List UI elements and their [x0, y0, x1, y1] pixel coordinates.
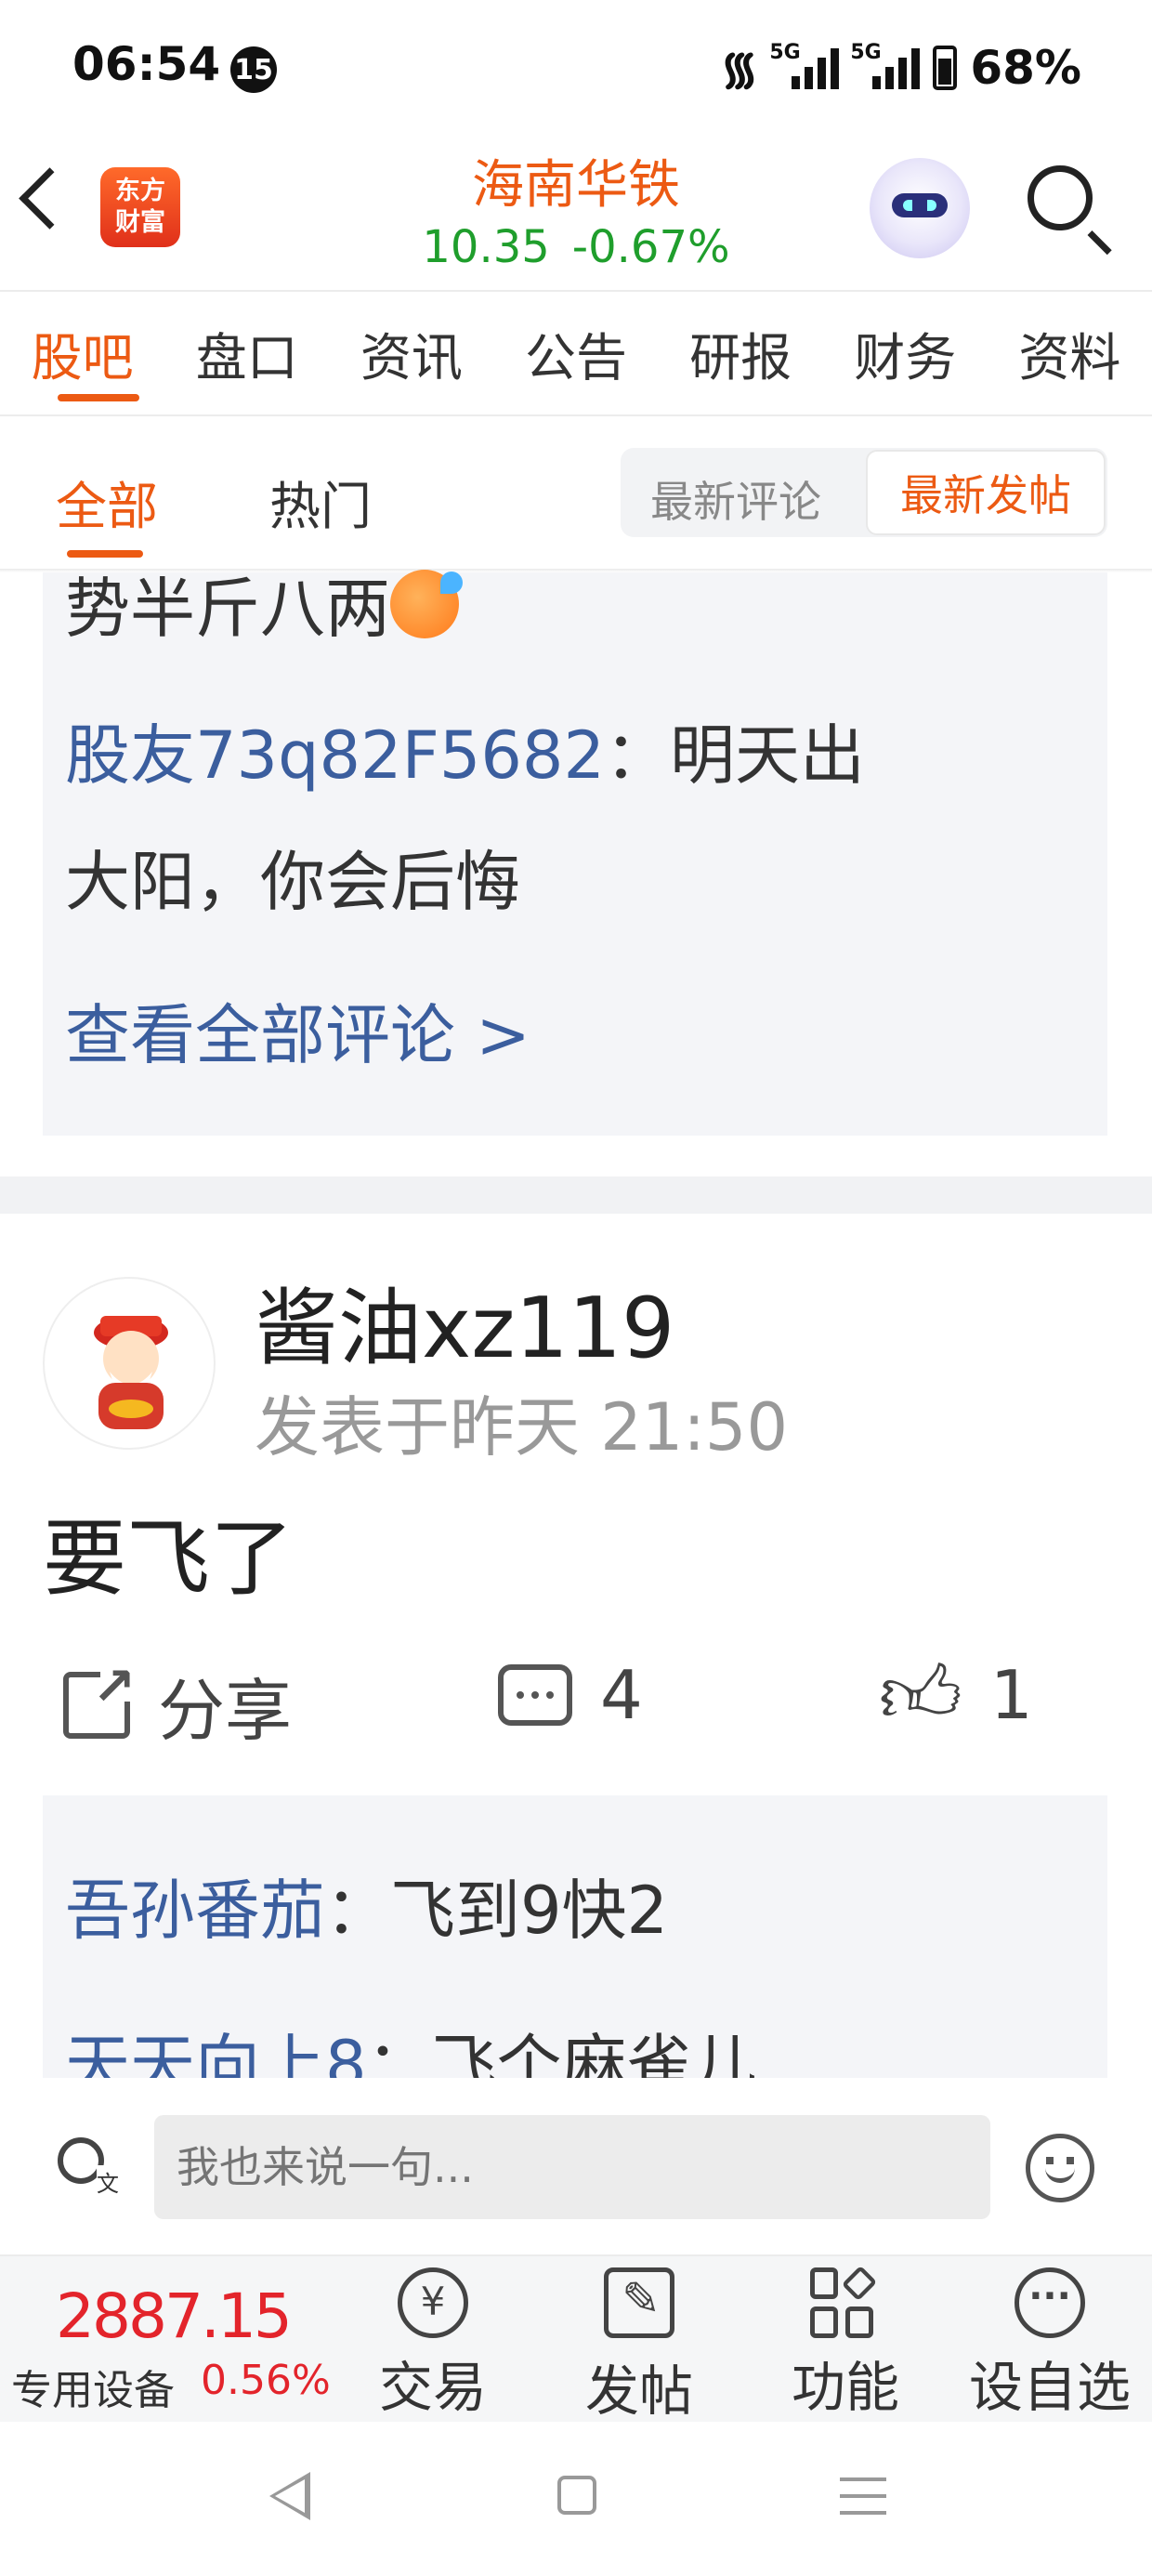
sector-index-label: 专用设备	[11, 2367, 175, 2414]
emoji-icon[interactable]	[1026, 2134, 1094, 2202]
comment-separator: ：	[366, 2027, 432, 2078]
comment-input[interactable]	[154, 2115, 990, 2219]
like-count: 1	[989, 1656, 1033, 1734]
prev-post-text-tail: 势半斤八两	[65, 571, 390, 647]
nav-watchlist-label: 设自选	[968, 2356, 1131, 2419]
share-icon	[63, 1657, 136, 1739]
tabs-divider	[0, 414, 1152, 416]
system-back-icon[interactable]	[269, 2472, 310, 2520]
yen-exchange-icon: ¥	[398, 2267, 468, 2338]
view-all-comments-link[interactable]: 查看全部评论 >	[65, 983, 530, 1077]
tab-guba[interactable]: 股吧	[28, 316, 137, 390]
comment-username[interactable]: 股友73q82F5682	[65, 717, 605, 794]
tab-active-indicator	[58, 394, 139, 401]
status-icons: ᯾ 5G 5G 68%	[720, 37, 1081, 98]
comment-separator: ：	[325, 1873, 390, 1949]
tab-profile[interactable]: 资料	[1015, 316, 1124, 390]
status-time: 06:54	[72, 37, 221, 91]
post-body[interactable]: 要飞了	[43, 1491, 294, 1611]
post-time: 发表于昨天 21:50	[255, 1389, 788, 1465]
avatar[interactable]	[43, 1277, 216, 1450]
tab-pankou[interactable]: 盘口	[192, 316, 302, 390]
battery-level: 68%	[970, 40, 1081, 95]
subtab-all[interactable]: 全部	[56, 465, 158, 539]
assistant-robot-icon[interactable]	[870, 158, 970, 258]
nav-post-label: 发帖	[584, 2359, 693, 2423]
post-author[interactable]: 酱油xz119	[255, 1260, 674, 1381]
comment-count: 4	[600, 1656, 643, 1734]
nav-post[interactable]: 发帖	[537, 2267, 741, 2425]
like-button[interactable]: 👍︎ 1	[879, 1649, 1033, 1741]
comment-separator: ：	[605, 717, 670, 794]
comment-username[interactable]: 吾孙番茄	[65, 1873, 325, 1949]
stock-name: 海南华铁	[472, 155, 680, 216]
battery-icon	[933, 45, 958, 90]
system-menu-icon[interactable]	[840, 2477, 886, 2515]
post-comment-1[interactable]: 吾孙番茄：飞到9快2	[65, 1855, 668, 1966]
more-icon: ···	[1015, 2267, 1085, 2338]
thumbs-up-icon: 👍︎	[879, 1649, 962, 1741]
signal-icon-2: 5G	[850, 41, 921, 89]
apps-grid-icon	[810, 2265, 881, 2338]
nav-trade-label: 交易	[378, 2356, 487, 2419]
system-home-icon[interactable]	[557, 2476, 596, 2515]
share-label: 分享	[158, 1672, 293, 1750]
comment-username[interactable]: 天天向上8	[65, 2027, 367, 2078]
comment-text: 飞个麻雀儿	[431, 2027, 757, 2078]
tab-finance[interactable]: 财务	[850, 316, 960, 390]
comment-text: 飞到9快2	[390, 1873, 669, 1949]
stock-quote: 10.35 -0.67%	[0, 221, 1152, 273]
comment-icon	[498, 1664, 572, 1726]
sort-latest-post-button[interactable]: 最新发帖	[866, 450, 1106, 535]
tab-research[interactable]: 研报	[686, 316, 795, 390]
search-icon[interactable]	[1028, 165, 1093, 230]
post-comment-2[interactable]: 天天向上8：飞个麻雀儿	[65, 2009, 757, 2078]
share-button[interactable]: 分享	[63, 1656, 292, 1754]
tab-announcements[interactable]: 公告	[521, 316, 631, 390]
section-separator	[0, 1176, 1152, 1214]
main-tabs: 股吧 盘口 资讯 公告 研报 财务 资料	[0, 316, 1152, 390]
sort-latest-comment-button[interactable]: 最新评论	[650, 468, 821, 530]
sweat-emoji-icon	[390, 570, 463, 638]
sector-index-value[interactable]: 2887.15	[56, 2280, 293, 2352]
edit-icon	[604, 2267, 674, 2338]
subtab-hot[interactable]: 热门	[269, 465, 372, 539]
nav-functions[interactable]: 功能	[743, 2265, 948, 2422]
nav-trade[interactable]: ¥ 交易	[331, 2267, 535, 2422]
prev-post-text: 势半斤八两	[65, 550, 463, 667]
stock-price: 10.35	[422, 221, 550, 273]
wifi-icon: ᯾	[720, 43, 759, 95]
sector-index-change: 0.56%	[201, 2357, 331, 2404]
caishen-avatar-icon	[94, 1316, 168, 1429]
header-divider	[0, 290, 1152, 292]
comment-button[interactable]: 4	[498, 1656, 643, 1734]
tab-news[interactable]: 资讯	[357, 316, 466, 390]
notification-badge: 15	[230, 46, 277, 93]
prev-post-comment[interactable]: 股友73q82F5682：明天出	[65, 697, 865, 814]
signal-icon: 5G	[769, 41, 840, 89]
stock-change: -0.67%	[571, 221, 730, 273]
nav-watchlist[interactable]: ··· 设自选	[948, 2267, 1152, 2422]
prev-post-comment-cont: 大阳，你会后悔	[65, 844, 520, 920]
voice-to-text-icon[interactable]	[58, 2137, 119, 2198]
comment-text: 明天出	[670, 717, 865, 794]
nav-functions-label: 功能	[791, 2356, 899, 2419]
